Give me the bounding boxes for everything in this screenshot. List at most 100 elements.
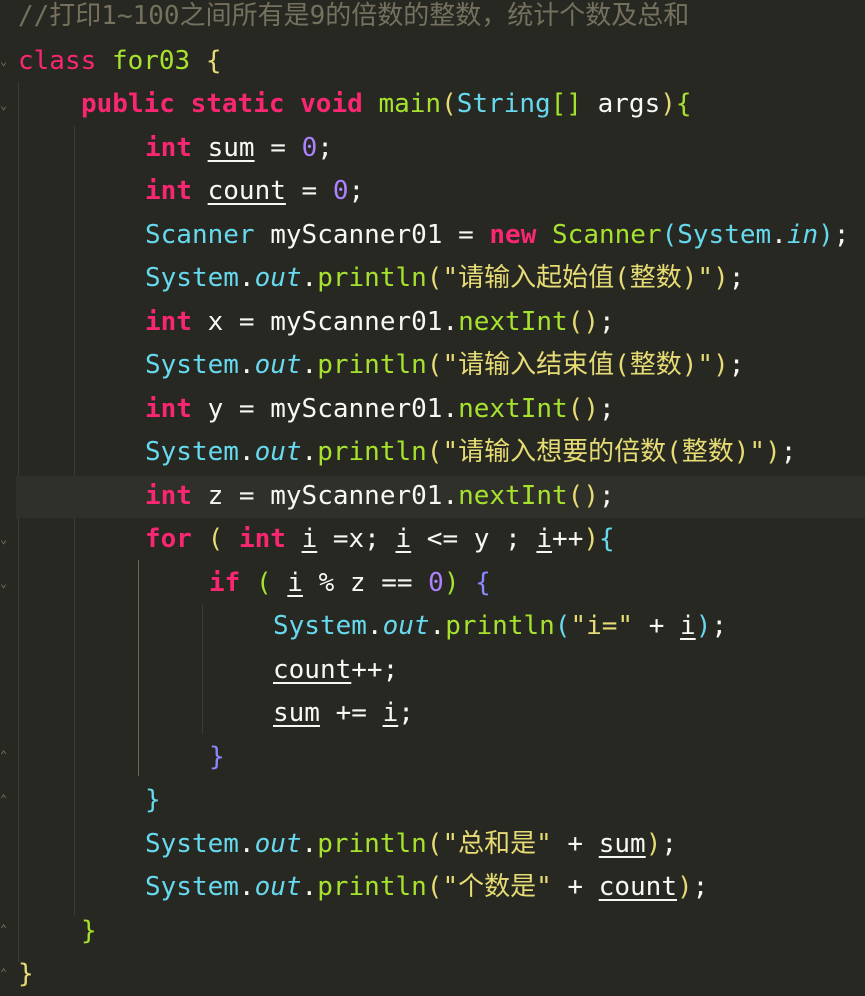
identifier: myScanner01 xyxy=(270,220,443,250)
fold-icon[interactable]: ⌃ xyxy=(0,966,12,980)
number: 0 xyxy=(301,133,318,163)
method-call: println xyxy=(317,437,427,467)
keyword: void xyxy=(300,89,363,119)
keyword: int xyxy=(145,394,192,424)
type: System xyxy=(677,220,772,250)
field: out xyxy=(382,611,430,641)
identifier: count xyxy=(273,655,352,685)
identifier: count xyxy=(207,176,286,206)
keyword: int xyxy=(145,481,192,511)
code-line: public static void main(String[] args){ xyxy=(81,89,692,119)
fold-icon[interactable]: ⌄ xyxy=(0,98,12,112)
fold-icon[interactable]: ⌄ xyxy=(0,54,12,68)
number: 0 xyxy=(332,176,349,206)
fold-icon[interactable]: ⌃ xyxy=(0,792,12,806)
field: out xyxy=(254,437,302,467)
type: String xyxy=(456,89,551,119)
code-line: int sum = 0; xyxy=(145,133,333,163)
indent-guide xyxy=(74,126,75,916)
keyword: if xyxy=(209,568,241,598)
field: out xyxy=(254,829,302,859)
field: out xyxy=(254,872,302,902)
code-line: for ( int i =x; i <= y ; i++){ xyxy=(145,524,615,554)
type: System xyxy=(145,350,239,380)
code-line: } xyxy=(209,742,225,772)
method-call: nextInt xyxy=(458,394,568,424)
field: in xyxy=(786,220,819,250)
class-name: for03 xyxy=(111,46,191,76)
keyword: new xyxy=(489,220,537,250)
fold-icon[interactable]: ⌃ xyxy=(0,922,12,936)
identifier: args xyxy=(597,89,661,119)
string: "个数是" xyxy=(442,872,552,902)
method-call: nextInt xyxy=(458,481,568,511)
keyword: class xyxy=(18,46,97,76)
type: System xyxy=(145,872,239,902)
code-line: } xyxy=(145,785,161,815)
identifier: i xyxy=(395,524,412,554)
string: "请输入想要的倍数(整数)" xyxy=(442,437,766,467)
identifier: sum xyxy=(598,829,646,859)
identifier: sum xyxy=(207,133,255,163)
identifier: i xyxy=(680,611,696,641)
code-line: //打印1~100之间所有是9的倍数的整数，统计个数及总和 xyxy=(18,0,689,38)
string: "请输入起始值(整数)" xyxy=(442,263,714,293)
identifier: myScanner01 xyxy=(270,307,443,337)
fold-icon[interactable]: ⌄ xyxy=(0,532,12,546)
field: out xyxy=(254,350,302,380)
string: "总和是" xyxy=(442,829,552,859)
comment: //打印1~100之间所有是9的倍数的整数，统计个数及总和 xyxy=(18,1,690,31)
method-call: println xyxy=(317,829,427,859)
number: 0 xyxy=(428,568,444,598)
identifier: i xyxy=(382,698,399,728)
method-call: println xyxy=(317,263,427,293)
code-line: int x = myScanner01.nextInt(); xyxy=(145,307,615,337)
type: System xyxy=(273,611,367,641)
type: System xyxy=(145,263,239,293)
code-line: } xyxy=(81,916,97,946)
code-line: class for03 { xyxy=(18,46,222,76)
code-line: System.out.println("请输入结束值(整数)"); xyxy=(145,350,745,380)
code-line: Scanner myScanner01 = new Scanner(System… xyxy=(145,220,850,250)
code-line: sum += i; xyxy=(273,698,414,728)
editor-gutter xyxy=(0,0,16,991)
identifier: count xyxy=(598,872,677,902)
keyword: int xyxy=(145,133,192,163)
identifier: myScanner01 xyxy=(270,481,443,511)
method-name: main xyxy=(378,89,442,119)
identifier: i xyxy=(287,568,303,598)
keyword: public xyxy=(81,89,175,119)
identifier: i xyxy=(536,524,553,554)
code-line: count++; xyxy=(273,655,399,685)
method-call: nextInt xyxy=(458,307,568,337)
indent-guide xyxy=(18,82,19,962)
code-line: if ( i % z == 0) { xyxy=(209,568,491,598)
code-line: int y = myScanner01.nextInt(); xyxy=(145,394,615,424)
field: out xyxy=(254,263,302,293)
keyword: int xyxy=(145,176,192,206)
identifier: sum xyxy=(273,698,320,728)
fold-icon[interactable]: ⌃ xyxy=(0,748,12,762)
type: Scanner xyxy=(145,220,255,250)
string: "请输入结束值(整数)" xyxy=(442,350,714,380)
keyword: static xyxy=(190,89,285,119)
keyword: int xyxy=(145,307,192,337)
keyword: int xyxy=(238,524,286,554)
code-line: System.out.println("请输入起始值(整数)"); xyxy=(145,263,745,293)
type: System xyxy=(145,829,239,859)
indent-guide xyxy=(202,604,203,734)
fold-icon[interactable]: ⌄ xyxy=(0,576,12,590)
code-line: } xyxy=(18,959,34,989)
type: Scanner xyxy=(552,220,662,250)
code-line: System.out.println("个数是" + count); xyxy=(145,872,709,902)
method-call: println xyxy=(317,350,427,380)
keyword: for xyxy=(145,524,192,554)
code-line-current: int z = myScanner01.nextInt(); xyxy=(145,481,615,511)
code-line: System.out.println("请输入想要的倍数(整数)"); xyxy=(145,437,797,467)
identifier: myScanner01 xyxy=(270,394,443,424)
string: "i=" xyxy=(570,611,634,641)
type: System xyxy=(145,437,239,467)
method-call: println xyxy=(317,872,427,902)
identifier: i xyxy=(301,524,318,554)
code-line: System.out.println("总和是" + sum); xyxy=(145,829,677,859)
